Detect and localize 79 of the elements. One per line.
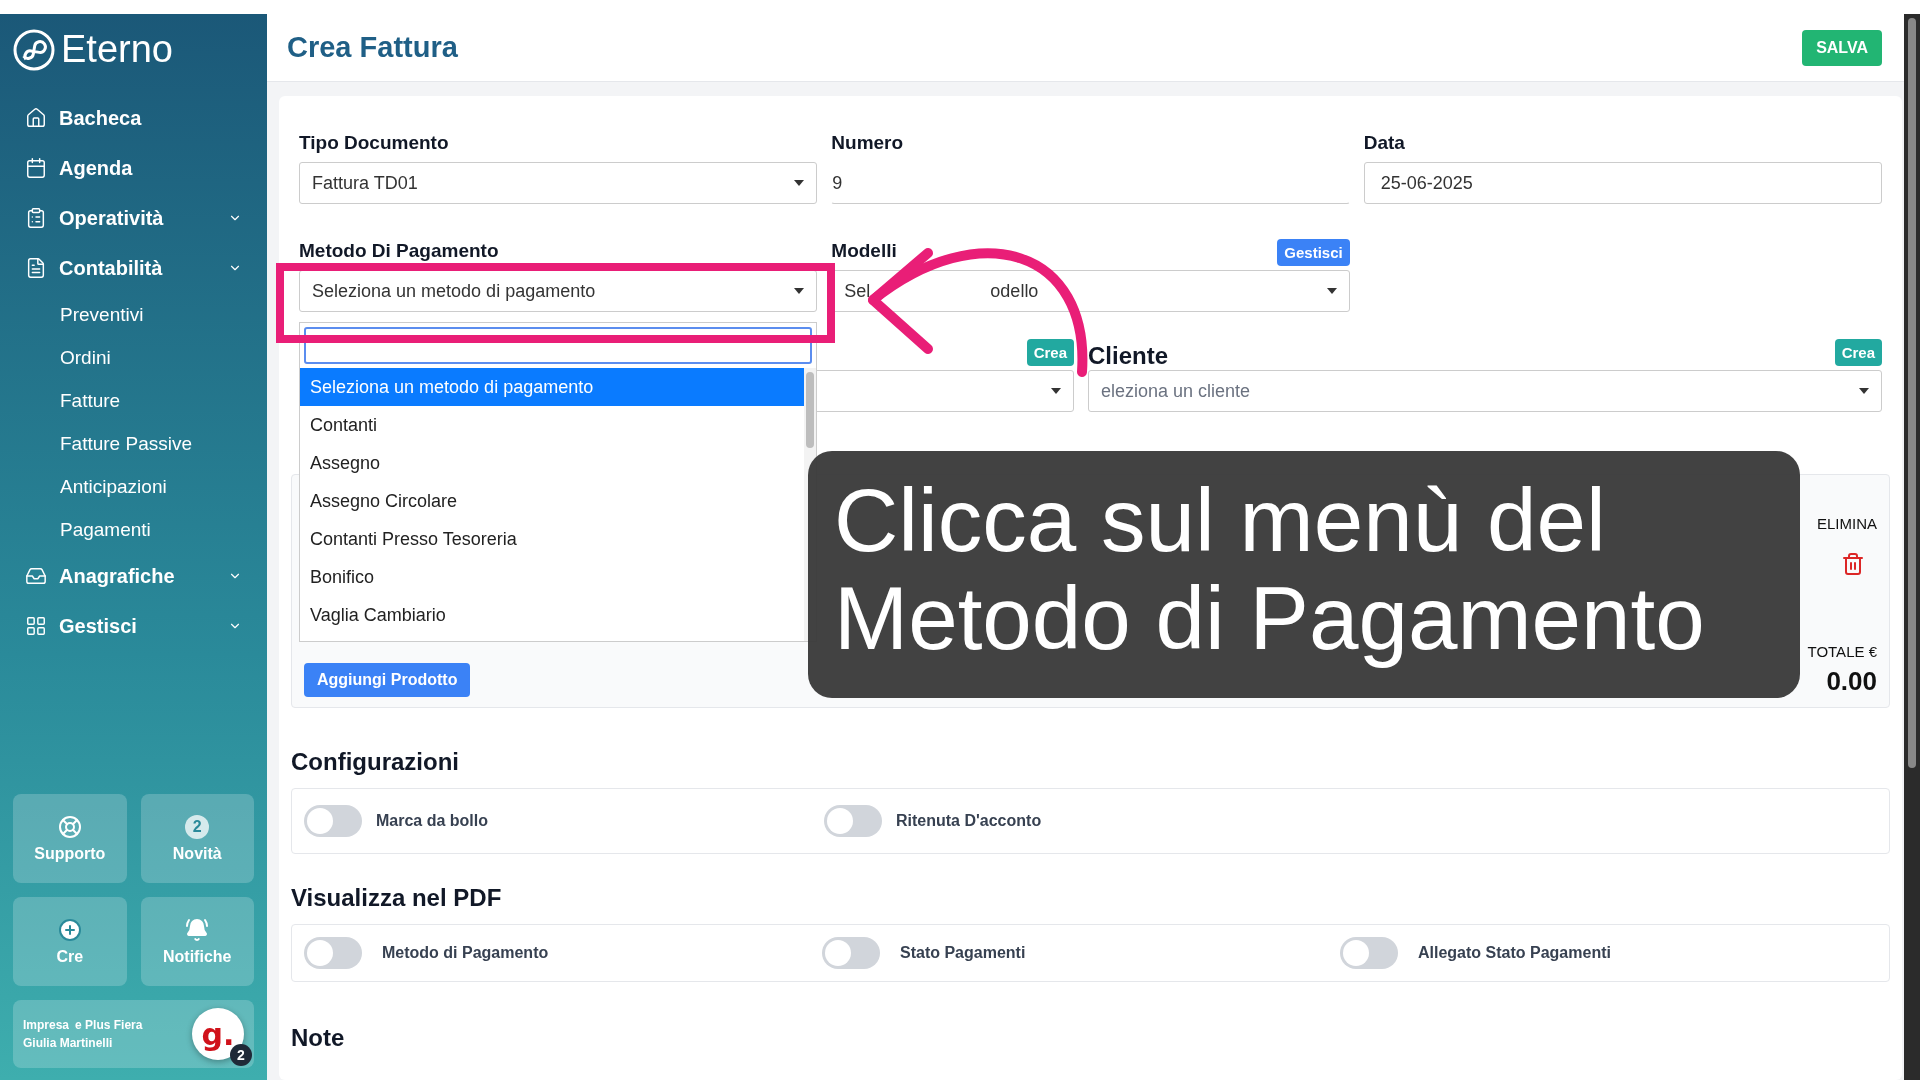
caret-icon	[1859, 388, 1869, 394]
scrollbar-thumb[interactable]	[806, 372, 815, 448]
sidebar-subitem[interactable]: Ordini	[13, 336, 254, 379]
clipboard-icon	[25, 207, 47, 229]
field-label: Modelli	[831, 240, 897, 262]
inbox-icon	[25, 565, 47, 587]
caret-icon	[794, 180, 805, 186]
caret-icon	[1051, 388, 1061, 394]
count-badge: 2	[185, 814, 210, 839]
field-label: Metodo Di Pagamento	[299, 240, 499, 262]
tile-label: Supporto	[34, 844, 106, 863]
section-title: Note	[291, 1024, 346, 1052]
select-placeholder: odello	[990, 280, 1039, 302]
notification-badge: 2	[230, 1044, 252, 1066]
sidebar-subitem[interactable]: Anticipazioni	[13, 465, 254, 508]
client-select[interactable]: eleziona un cliente	[1088, 370, 1882, 412]
field-label: Cliente	[1088, 342, 1168, 370]
page-title: Crea Fattura	[287, 31, 458, 64]
toggle-switch[interactable]	[304, 937, 362, 969]
sidebar-item[interactable]: Operatività	[13, 193, 254, 243]
toggle-label: Stato Pagamenti	[900, 944, 1026, 962]
plus-circle-icon	[57, 917, 82, 942]
toggle-label: Ritenuta D'acconto	[896, 812, 1042, 830]
toggle-label: Metodo di Pagamento	[382, 944, 549, 962]
document-type-select[interactable]: Fattura TD01	[299, 162, 818, 204]
number-field[interactable]: 9	[831, 162, 1350, 204]
section-title: Visualizza nel PDF	[291, 884, 503, 912]
select-placeholder: Sel	[844, 280, 871, 302]
company-name: Impresa	[23, 1018, 70, 1032]
caret-icon	[1326, 288, 1337, 294]
field-label: Numero	[831, 132, 904, 154]
toggle-switch[interactable]	[824, 805, 882, 837]
sidebar-subitem[interactable]: Pagamenti	[13, 508, 254, 551]
calendar-icon	[25, 157, 47, 179]
logo-icon	[13, 28, 55, 71]
sidebar-tile[interactable]: 2 Novità	[140, 794, 254, 883]
lifebuoy-icon	[57, 814, 82, 839]
total-label: TOTALE €	[1807, 643, 1877, 660]
sidebar-subitem[interactable]: Preventivi	[13, 293, 254, 336]
sidebar-item[interactable]: Contabilità	[13, 243, 254, 293]
field-label: Tipo Documento	[299, 132, 449, 154]
caret-icon	[794, 288, 805, 294]
account-card[interactable]: Impresa e Plus Fiera Giulia Martinelli g. 2	[13, 1000, 254, 1068]
toggle-switch[interactable]	[304, 805, 362, 837]
brand-name: Eterno	[61, 28, 173, 71]
field-label: Data	[1363, 132, 1405, 154]
grid-icon	[25, 615, 47, 637]
section-title: Configurazioni	[291, 748, 460, 776]
sidebar-item[interactable]: Gestisci	[13, 601, 254, 651]
sidebar-item[interactable]: Agenda	[13, 143, 254, 193]
document-icon	[25, 257, 47, 279]
dropdown-option[interactable]: Seleziona un metodo di pagamento	[300, 368, 805, 406]
home-icon	[25, 107, 47, 129]
toggle-label: Marca da bollo	[376, 812, 489, 830]
toggle-label: Allegato Stato Pagamenti	[1418, 944, 1611, 962]
tutorial-caption-tooltip: Clicca sul menù del Metodo di Pagamento	[808, 451, 1800, 698]
total-value: 0.00	[1826, 666, 1877, 697]
sidebar-subitem[interactable]: Fatture Passive	[13, 422, 254, 465]
dropdown-search-field[interactable]	[304, 327, 813, 364]
company-name: e Plus Fiera	[75, 1018, 143, 1032]
payment-method-select[interactable]: Seleziona un metodo di pagamento	[299, 270, 818, 312]
delete-icon[interactable]	[1841, 552, 1865, 576]
toggle-switch[interactable]	[822, 937, 880, 969]
create-button[interactable]: Crea	[1026, 339, 1074, 366]
sidebar-subitem[interactable]: Fatture	[13, 379, 254, 422]
user-name: Giulia Martinelli	[23, 1036, 114, 1050]
tile-label: Notifiche	[163, 947, 232, 966]
add-product-button[interactable]: Aggiungi Prodotto	[304, 663, 471, 697]
manage-button[interactable]: Gestisci	[1277, 239, 1350, 266]
bell-icon	[185, 917, 210, 942]
tile-label: Cre	[56, 947, 84, 966]
create-button[interactable]: Crea	[1834, 339, 1882, 366]
sidebar-item[interactable]: Bacheca	[13, 93, 254, 143]
scrollbar-thumb[interactable]	[1908, 18, 1916, 768]
date-field[interactable]: 25-06-2025	[1363, 162, 1882, 204]
column-header: ELIMINA	[1817, 515, 1877, 532]
sidebar-item[interactable]: Anagrafiche	[13, 551, 254, 601]
toggle-switch[interactable]	[1340, 937, 1398, 969]
tile-label: Novità	[172, 844, 222, 863]
